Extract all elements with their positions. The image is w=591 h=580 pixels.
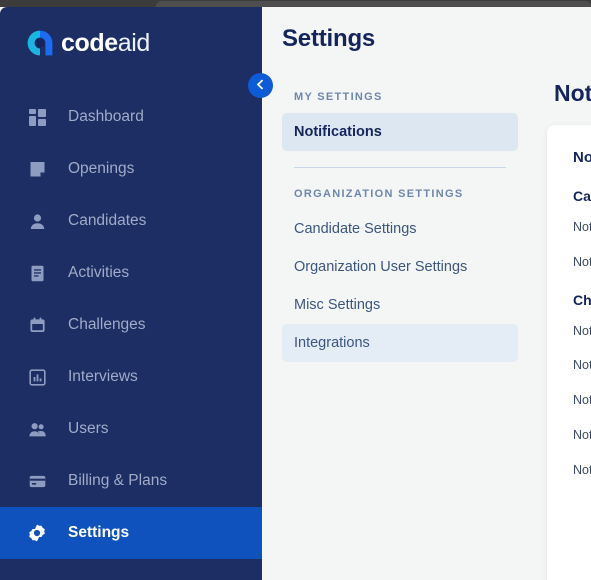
chevron-left-icon <box>255 78 266 93</box>
sidebar-item-openings[interactable]: Openings <box>0 143 262 195</box>
sidebar-item-challenges[interactable]: Challenges <box>0 299 262 351</box>
notification-pref-row[interactable]: Notify me when a candidate applies <box>573 218 591 237</box>
notification-pref-row[interactable]: Notify me when a challenge is updated <box>573 426 591 445</box>
section-title-challenges: Challenges <box>573 291 591 308</box>
logo-text: codeaid <box>61 28 151 57</box>
credit-card-icon <box>28 472 46 490</box>
sidebar-item-label: Dashboard <box>68 108 144 125</box>
sidebar-item-label: Openings <box>68 160 135 177</box>
settings-link-integrations[interactable]: Integrations <box>282 324 518 362</box>
page-fold-icon <box>28 160 46 178</box>
document-icon <box>28 264 46 282</box>
notification-pref-row[interactable]: Notify me when a candidate is hired <box>573 253 591 272</box>
section-title-candidates: Candidates <box>573 188 591 204</box>
page-title: Settings <box>282 25 376 52</box>
settings-link-candidate-settings[interactable]: Candidate Settings <box>282 210 518 248</box>
sidebar-item-interviews[interactable]: Interviews <box>0 351 262 403</box>
content-heading: Notifications <box>554 80 591 106</box>
organization-settings-group-label: ORGANIZATION SETTINGS <box>294 188 464 200</box>
sidebar-collapse-button[interactable] <box>248 73 273 98</box>
sidebar-item-activities[interactable]: Activities <box>0 247 262 299</box>
codeaid-logo-icon <box>26 29 54 57</box>
notification-pref-row[interactable]: Notify me when a challenge is created <box>573 391 591 410</box>
logo-text-bold: code <box>61 28 118 57</box>
sidebar-item-dashboard[interactable]: Dashboard <box>0 91 262 143</box>
settings-nav-column: Settings MY SETTINGS Notifications ORGAN… <box>262 7 530 580</box>
sidebar-nav: Dashboard Openings Candidates Activities… <box>0 91 262 559</box>
sidebar-item-label: Interviews <box>68 368 138 385</box>
grid-icon <box>28 108 46 126</box>
logo-text-light: aid <box>117 28 151 57</box>
gear-icon <box>28 524 46 542</box>
app-root: codeaid Dashboard Openings Candidates Ac… <box>0 0 591 580</box>
page-surface: codeaid Dashboard Openings Candidates Ac… <box>0 7 591 580</box>
notification-settings-card: Notification Settings Candidates Notify … <box>547 125 591 580</box>
person-icon <box>28 212 46 230</box>
content-area: Notifications Notification Settings Cand… <box>530 7 591 580</box>
sidebar-item-users[interactable]: Users <box>0 403 262 455</box>
my-settings-group-label: MY SETTINGS <box>294 91 383 103</box>
settings-link-notifications[interactable]: Notifications <box>282 113 518 151</box>
settings-link-organization-user-settings[interactable]: Organization User Settings <box>282 248 518 286</box>
sidebar: codeaid Dashboard Openings Candidates Ac… <box>0 7 262 580</box>
sidebar-item-label: Challenges <box>68 316 146 333</box>
briefcase-icon <box>28 316 46 334</box>
notification-pref-row[interactable]: Notify me when a challenge expires <box>573 461 591 480</box>
card-title: Notification Settings <box>573 149 591 166</box>
notification-pref-row[interactable]: Notify me when a challenge is reviewed b… <box>573 356 591 375</box>
sidebar-item-settings[interactable]: Settings <box>0 507 262 559</box>
sidebar-item-billing-and-plans[interactable]: Billing & Plans <box>0 455 262 507</box>
sidebar-item-label: Activities <box>68 264 130 281</box>
browser-chrome <box>0 0 591 7</box>
settings-divider <box>294 167 506 168</box>
people-icon <box>28 420 46 438</box>
sidebar-item-label: Candidates <box>68 212 147 229</box>
chart-box-icon <box>28 368 46 386</box>
notification-pref-row[interactable]: Notify me when a challenge is submitted <box>573 322 591 341</box>
sidebar-item-label: Settings <box>68 524 130 541</box>
sidebar-item-candidates[interactable]: Candidates <box>0 195 262 247</box>
app-logo[interactable]: codeaid <box>0 7 262 79</box>
sidebar-item-label: Users <box>68 420 109 437</box>
sidebar-item-label: Billing & Plans <box>68 472 168 489</box>
settings-link-misc-settings[interactable]: Misc Settings <box>282 286 518 324</box>
